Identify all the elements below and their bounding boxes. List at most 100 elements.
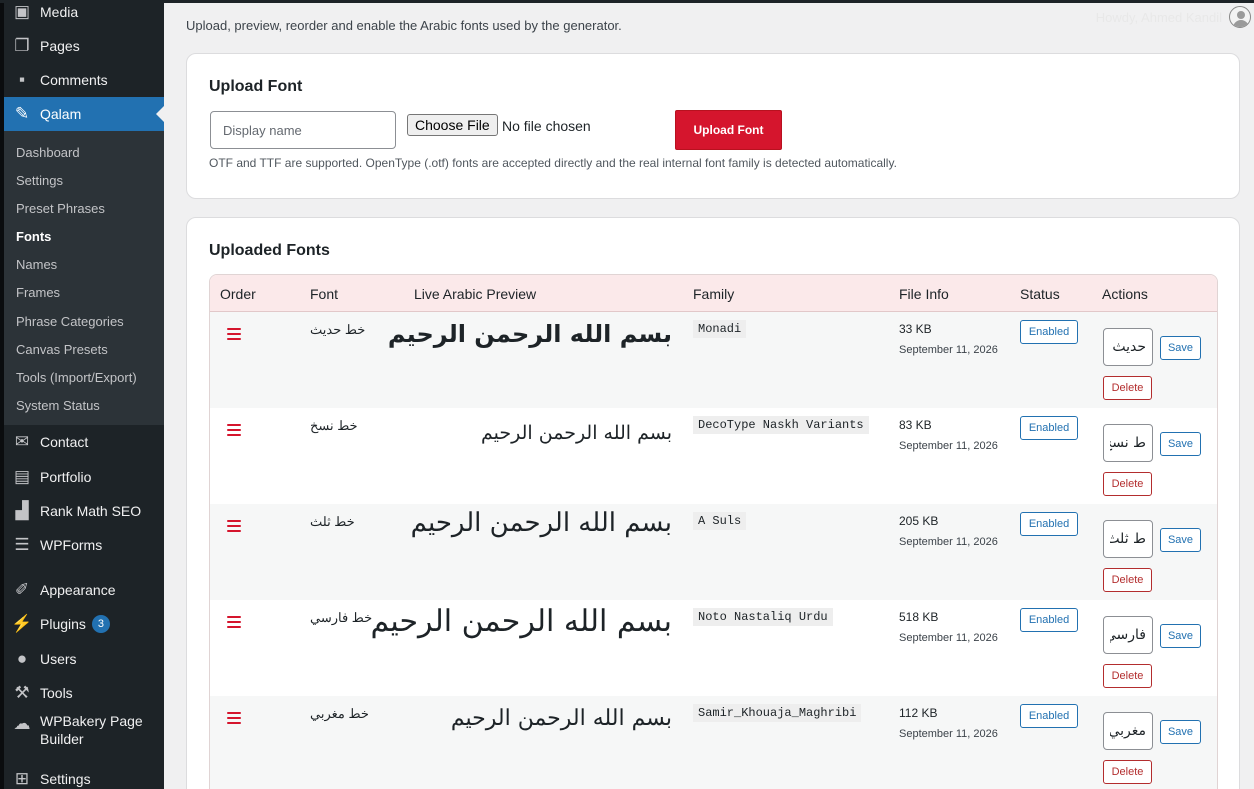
status-toggle-button[interactable]: Enabled xyxy=(1020,416,1078,440)
font-name: خط ثلث xyxy=(310,514,355,529)
envelope-icon: ✉ xyxy=(14,432,30,451)
drag-handle-icon[interactable] xyxy=(227,424,241,436)
save-button[interactable]: Save xyxy=(1160,720,1201,744)
submenu-settings[interactable]: Settings xyxy=(16,173,63,188)
status-toggle-button[interactable]: Enabled xyxy=(1020,320,1078,344)
rank-math-icon: ▟ xyxy=(15,501,29,520)
sidebar-item-pages[interactable]: ❐ Pages xyxy=(4,29,164,63)
submenu-tools-import-export[interactable]: Tools (Import/Export) xyxy=(16,370,137,385)
file-date: September 11, 2026 xyxy=(899,344,998,356)
delete-button[interactable]: Delete xyxy=(1103,760,1152,784)
font-label-input[interactable] xyxy=(1103,328,1153,366)
sidebar-item-appearance[interactable]: ✐ Appearance xyxy=(4,573,164,607)
font-name: خط فارسي xyxy=(310,610,373,625)
submenu-fonts[interactable]: Fonts xyxy=(16,229,51,244)
drag-handle-icon[interactable] xyxy=(227,616,241,628)
no-file-label: No file chosen xyxy=(502,118,591,134)
pages-icon: ❐ xyxy=(14,36,30,55)
submenu-canvas-presets[interactable]: Canvas Presets xyxy=(16,342,108,357)
file-size: 518 KB xyxy=(899,610,939,624)
users-icon: ● xyxy=(16,649,28,668)
sidebar-item-comments[interactable]: ▪ Comments xyxy=(4,63,164,97)
forms-icon: ☰ xyxy=(14,535,30,554)
submenu-preset-phrases[interactable]: Preset Phrases xyxy=(16,201,105,216)
sidebar-item-tools[interactable]: ⚒ Tools xyxy=(4,676,164,710)
font-name: خط حديث xyxy=(310,322,366,337)
save-button[interactable]: Save xyxy=(1160,336,1201,360)
settings-icon: ⊞ xyxy=(14,769,30,788)
drag-handle-icon[interactable] xyxy=(227,712,241,724)
column-preview: Live Arabic Preview xyxy=(414,286,537,302)
sidebar-item-label: Plugins xyxy=(40,616,86,632)
font-name: خط مغربي xyxy=(310,706,369,721)
upload-font-button[interactable]: Upload Font xyxy=(675,110,782,150)
font-label-input[interactable] xyxy=(1103,424,1153,462)
submenu-names[interactable]: Names xyxy=(16,257,57,272)
arabic-preview: بسم الله الرحمن الرحيم xyxy=(370,604,672,639)
column-font: Font xyxy=(310,286,339,302)
drag-handle-icon[interactable] xyxy=(227,328,241,340)
status-toggle-button[interactable]: Enabled xyxy=(1020,512,1078,536)
sidebar-item-users[interactable]: ● Users xyxy=(4,642,164,676)
submenu-dashboard[interactable]: Dashboard xyxy=(16,145,80,160)
save-button[interactable]: Save xyxy=(1160,624,1201,648)
comments-icon: ▪ xyxy=(18,70,26,89)
plugins-update-badge: 3 xyxy=(91,615,110,633)
fonts-table: Order Font Live Arabic Preview Family Fi… xyxy=(209,274,1218,789)
qalam-pen-icon: ✎ xyxy=(14,104,30,123)
portfolio-icon: ▤ xyxy=(13,467,31,486)
column-order: Order xyxy=(220,286,256,302)
delete-button[interactable]: Delete xyxy=(1103,664,1152,688)
sidebar-item-settings[interactable]: ⊞ Settings xyxy=(4,762,164,789)
sidebar-item-label: Users xyxy=(40,651,77,667)
delete-button[interactable]: Delete xyxy=(1103,568,1152,592)
drag-handle-icon[interactable] xyxy=(227,520,241,532)
qalam-submenu: Dashboard Settings Preset Phrases Fonts … xyxy=(4,131,164,425)
save-button[interactable]: Save xyxy=(1160,432,1201,456)
sidebar-item-media[interactable]: ▣ Media xyxy=(4,0,164,29)
table-row: خط حديث بسم الله الرحمن الرحيم Monadi 33… xyxy=(210,312,1217,408)
save-button[interactable]: Save xyxy=(1160,528,1201,552)
file-date: September 11, 2026 xyxy=(899,728,998,740)
uploaded-fonts-card: Uploaded Fonts Order Font Live Arabic Pr… xyxy=(186,217,1240,789)
file-size: 205 KB xyxy=(899,514,939,528)
delete-button[interactable]: Delete xyxy=(1103,472,1152,496)
sidebar-item-contact[interactable]: ✉ Contact xyxy=(4,425,164,459)
status-toggle-button[interactable]: Enabled xyxy=(1020,608,1078,632)
uploaded-fonts-title: Uploaded Fonts xyxy=(209,242,330,259)
arabic-preview: بسم الله الرحمن الرحيم xyxy=(450,706,672,731)
submenu-system-status[interactable]: System Status xyxy=(16,398,100,413)
sidebar-item-label: Portfolio xyxy=(40,469,92,485)
arabic-preview: بسم الله الرحمن الرحيم xyxy=(481,422,672,444)
sidebar-item-qalam[interactable]: ✎ Qalam xyxy=(4,97,164,131)
font-family-code: Noto Nastaliq Urdu xyxy=(693,608,833,626)
sidebar-item-label: Media xyxy=(40,4,79,20)
sidebar-item-label-group: WPBakery Page Builder xyxy=(40,712,143,748)
font-label-input[interactable] xyxy=(1103,712,1153,750)
sidebar-item-plugins[interactable]: ⚡ Plugins 3 xyxy=(4,607,164,641)
file-date: September 11, 2026 xyxy=(899,632,998,644)
sidebar-item-label: Comments xyxy=(40,72,108,88)
font-label-input[interactable] xyxy=(1103,520,1153,558)
font-label-input[interactable] xyxy=(1103,616,1153,654)
howdy-greeting[interactable]: Howdy, Ahmed Kandil xyxy=(1096,10,1222,25)
sidebar-item-portfolio[interactable]: ▤ Portfolio xyxy=(4,460,164,494)
avatar[interactable] xyxy=(1229,6,1251,28)
submenu-phrase-categories[interactable]: Phrase Categories xyxy=(16,314,124,329)
table-header: Order Font Live Arabic Preview Family Fi… xyxy=(210,275,1217,312)
wrench-icon: ⚒ xyxy=(14,683,30,702)
sidebar-item-rank-math[interactable]: ▟ Rank Math SEO xyxy=(4,494,164,528)
font-family-code: Samir_Khouaja_Maghribi xyxy=(693,704,862,722)
arabic-preview: بسم الله الرحمن الرحيم xyxy=(387,320,672,348)
status-toggle-button[interactable]: Enabled xyxy=(1020,704,1078,728)
delete-button[interactable]: Delete xyxy=(1103,376,1152,400)
font-name: خط نسخ xyxy=(310,418,358,433)
display-name-input[interactable] xyxy=(210,111,396,149)
table-row: خط نسخ بسم الله الرحمن الرحيم DecoType N… xyxy=(210,408,1217,504)
sidebar-item-wpbakery[interactable]: ☁ WPBakery Page Builder xyxy=(4,712,164,754)
submenu-frames[interactable]: Frames xyxy=(16,285,60,300)
choose-file-button[interactable]: Choose File xyxy=(407,114,498,136)
upload-help-text: OTF and TTF are supported. OpenType (.ot… xyxy=(209,156,897,170)
sidebar-item-wpforms[interactable]: ☰ WPForms xyxy=(4,528,164,562)
column-actions: Actions xyxy=(1102,286,1148,302)
